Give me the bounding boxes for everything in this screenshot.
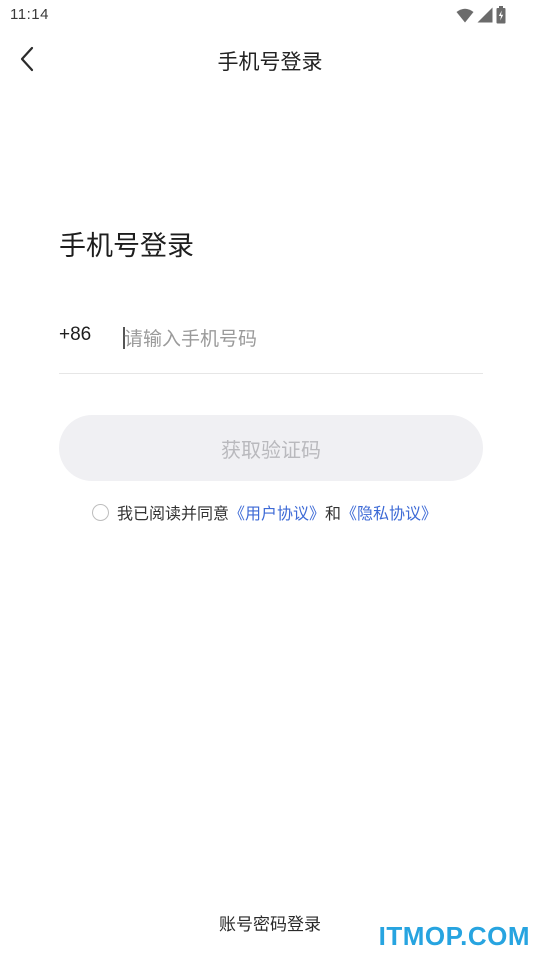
agreement-row: 我已阅读并同意 《用户协议》 和 《隐私协议》	[92, 500, 437, 524]
agreement-checkbox[interactable]	[92, 503, 109, 521]
watermark-logo: ITMOP.COM	[378, 921, 530, 951]
signal-icon	[477, 7, 493, 23]
get-verification-code-button[interactable]: 获取验证码	[59, 415, 483, 481]
wifi-icon	[456, 8, 474, 23]
phone-number-input[interactable]	[124, 322, 474, 356]
status-time: 11:14	[10, 6, 49, 23]
login-heading: 手机号登录	[59, 231, 194, 262]
app-header: 手机号登录	[0, 36, 540, 84]
agreement-prefix: 我已阅读并同意	[117, 504, 230, 523]
country-code[interactable]: +86	[59, 324, 91, 346]
login-screen: 11:14 手机号登录 手机号登录 +86 请输入手机号码 获取验证码 我已阅读…	[0, 0, 540, 960]
phone-input-row: +86	[59, 316, 483, 374]
page-title: 手机号登录	[217, 50, 323, 74]
battery-charging-icon	[496, 6, 506, 24]
user-agreement-link[interactable]: 《用户协议》	[229, 500, 325, 524]
status-bar: 11:14	[0, 0, 540, 32]
account-password-login-link[interactable]: 账号密码登录	[219, 915, 321, 935]
privacy-policy-link[interactable]: 《隐私协议》	[341, 500, 437, 524]
status-icons	[456, 5, 506, 25]
agreement-conjunction: 和	[325, 504, 342, 523]
